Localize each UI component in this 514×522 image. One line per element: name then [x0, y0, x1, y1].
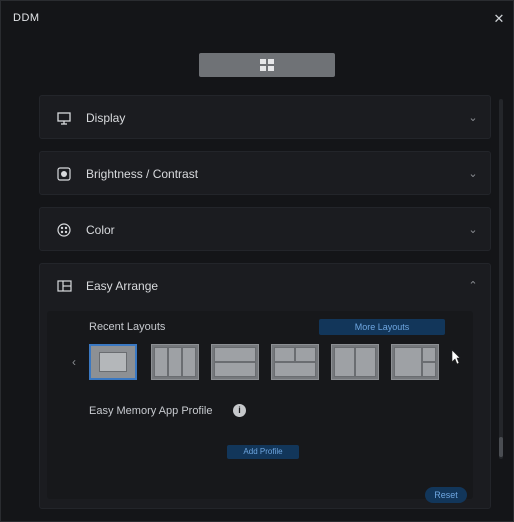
- chevron-down-icon: ⌄: [468, 224, 478, 236]
- color-palette-icon: [56, 222, 72, 238]
- app-title: DDM: [13, 12, 40, 24]
- section-color[interactable]: Color ⌄: [39, 207, 491, 251]
- section-easy-arrange-header[interactable]: Easy Arrange ⌃: [40, 264, 490, 308]
- more-layouts-link[interactable]: More Layouts: [319, 319, 445, 335]
- close-button[interactable]: ✕: [491, 11, 507, 27]
- brightness-icon: [56, 166, 72, 182]
- layout-thumb-2[interactable]: [151, 344, 199, 380]
- monitor-icon: [56, 110, 72, 126]
- chevron-up-icon: ⌃: [468, 280, 478, 292]
- add-profile-button[interactable]: Add Profile: [227, 445, 299, 459]
- section-brightness[interactable]: Brightness / Contrast ⌄: [39, 151, 491, 195]
- section-color-label: Color: [86, 223, 115, 237]
- info-icon[interactable]: i: [233, 404, 246, 417]
- section-display[interactable]: Display ⌄: [39, 95, 491, 139]
- title-bar: DDM ✕: [1, 1, 513, 41]
- prev-layout-arrow-icon[interactable]: ‹: [67, 352, 81, 372]
- layout-thumb-1[interactable]: [89, 344, 137, 380]
- easy-memory-label: Easy Memory App Profile: [89, 405, 213, 417]
- chevron-down-icon: ⌄: [468, 112, 478, 124]
- reset-button[interactable]: Reset: [425, 487, 467, 503]
- scrollbar-thumb[interactable]: [499, 437, 503, 457]
- scrollbar-track[interactable]: [499, 99, 503, 459]
- layout-thumb-4[interactable]: [271, 344, 319, 380]
- grid-icon: [260, 59, 274, 71]
- mouse-cursor-icon: [451, 349, 461, 369]
- section-display-header[interactable]: Display ⌄: [40, 96, 490, 140]
- tab-menu-grid[interactable]: [199, 53, 335, 77]
- layout-thumb-5[interactable]: [331, 344, 379, 380]
- section-color-header[interactable]: Color ⌄: [40, 208, 490, 252]
- easy-arrange-icon: [56, 278, 72, 294]
- layout-thumb-3[interactable]: [211, 344, 259, 380]
- section-easy-arrange-label: Easy Arrange: [86, 279, 159, 293]
- chevron-down-icon: ⌄: [468, 168, 478, 180]
- section-brightness-header[interactable]: Brightness / Contrast ⌄: [40, 152, 490, 196]
- layout-thumb-6[interactable]: [391, 344, 439, 380]
- section-brightness-label: Brightness / Contrast: [86, 167, 199, 181]
- recent-layouts-label: Recent Layouts: [89, 321, 166, 333]
- section-display-label: Display: [86, 111, 126, 125]
- ddm-window: DDM ✕ Display ⌄ Brightness / Contrast ⌄: [0, 0, 514, 522]
